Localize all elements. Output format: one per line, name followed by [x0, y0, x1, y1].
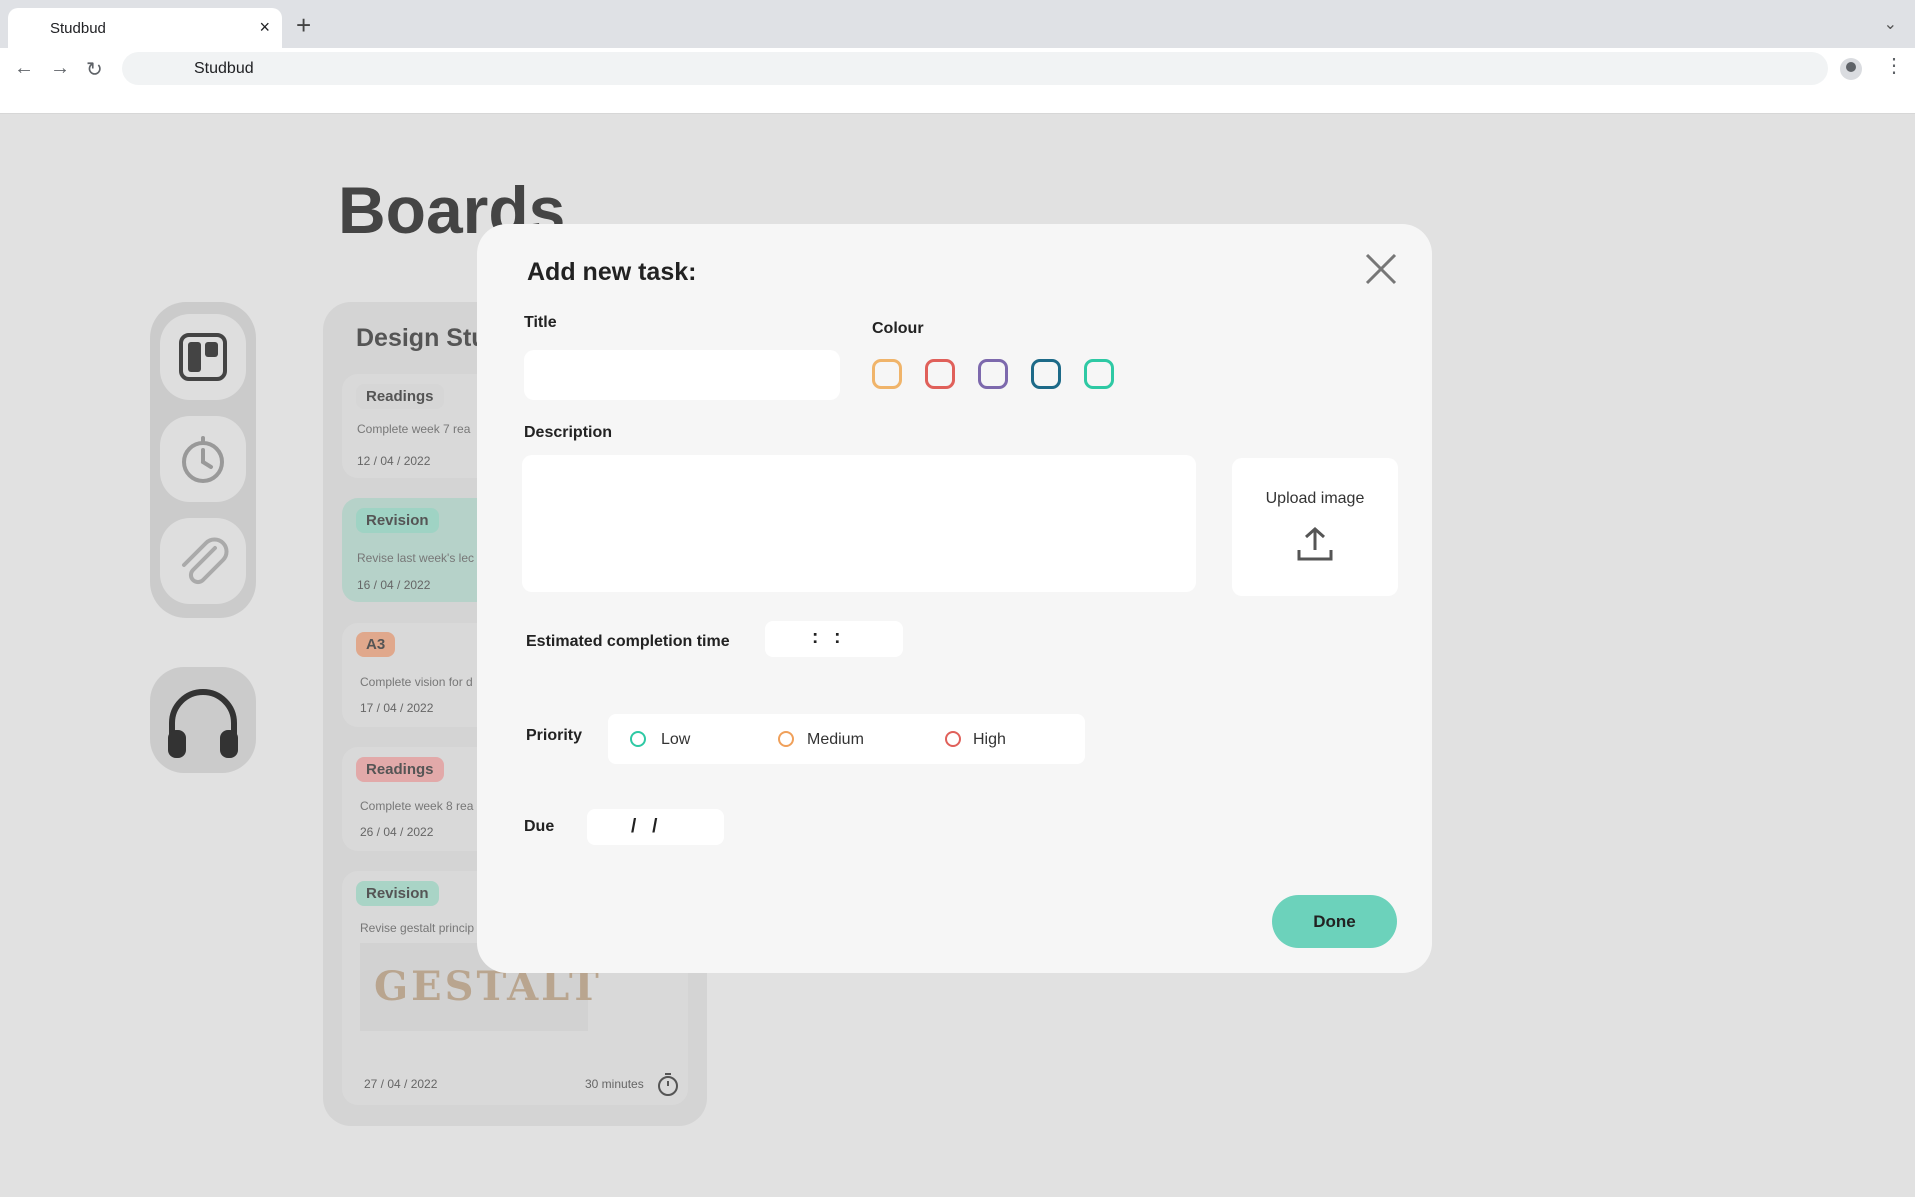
time-input[interactable]: : :: [765, 621, 903, 657]
colour-swatch-red[interactable]: [925, 359, 955, 389]
card-duration: 30 minutes: [585, 1077, 644, 1091]
headphones-icon: [168, 689, 238, 758]
paperclip-icon: [182, 537, 229, 585]
colour-swatch-orange[interactable]: [872, 359, 902, 389]
priority-group: Low Medium High: [608, 714, 1085, 764]
browser-menu-icon[interactable]: ⋮: [1884, 56, 1904, 76]
description-textarea[interactable]: [522, 455, 1196, 592]
upload-image-label: Upload image: [1265, 490, 1365, 507]
due-label: Due: [524, 818, 555, 835]
timer-nav-button[interactable]: [160, 416, 246, 502]
address-bar[interactable]: Studbud: [122, 52, 1828, 85]
colour-swatch-purple[interactable]: [978, 359, 1008, 389]
estimated-time-label: Estimated completion time: [526, 633, 730, 650]
card-tag: Revision: [356, 508, 439, 533]
close-icon[interactable]: [1362, 250, 1400, 288]
stopwatch-icon: [182, 436, 224, 483]
card-tag: Readings: [356, 384, 444, 409]
card-date: 26 / 04 / 2022: [360, 825, 434, 839]
colour-swatch-teal[interactable]: [1084, 359, 1114, 389]
priority-medium-radio[interactable]: [778, 731, 794, 747]
description-label: Description: [524, 424, 613, 441]
forward-icon[interactable]: →: [50, 57, 70, 80]
title-label: Title: [524, 314, 557, 331]
colour-swatch-navy[interactable]: [1031, 359, 1061, 389]
tab-strip: [0, 0, 1915, 48]
boards-nav-button[interactable]: [160, 314, 246, 400]
colour-label: Colour: [872, 320, 924, 337]
card-date: 12 / 04 / 2022: [357, 454, 431, 468]
card-date: 27 / 04 / 2022: [364, 1077, 438, 1091]
card-description: Revise last week's lec: [357, 551, 474, 565]
card-date: 17 / 04 / 2022: [360, 701, 434, 715]
back-icon[interactable]: ←: [14, 57, 34, 80]
music-button[interactable]: [150, 667, 256, 773]
priority-low-radio[interactable]: [630, 731, 646, 747]
title-input[interactable]: [524, 350, 840, 400]
stopwatch-icon: [658, 1073, 678, 1096]
priority-label: Priority: [526, 727, 583, 744]
new-tab-button[interactable]: +: [296, 12, 311, 38]
due-date-input[interactable]: / /: [587, 809, 724, 845]
resources-nav-button[interactable]: [160, 518, 246, 604]
card-tag: A3: [356, 632, 396, 657]
profile-icon[interactable]: [1840, 58, 1862, 80]
priority-high-radio[interactable]: [945, 731, 961, 747]
time-input-value: : :: [812, 627, 841, 648]
done-button[interactable]: Done: [1272, 895, 1397, 948]
card-tag: Readings: [356, 757, 444, 782]
priority-medium-label: Medium: [807, 731, 864, 748]
sidebar: [150, 302, 256, 618]
card-date: 16 / 04 / 2022: [357, 578, 431, 592]
priority-low-label: Low: [661, 731, 691, 748]
due-date-value: / /: [631, 816, 658, 837]
card-description: Complete week 7 rea: [357, 422, 471, 436]
reload-icon[interactable]: ↻: [86, 57, 103, 82]
browser-tab[interactable]: Studbud ×: [8, 8, 282, 48]
tab-search-icon[interactable]: ⌄: [1884, 14, 1897, 34]
address-text: Studbud: [194, 60, 254, 77]
tab-close-icon[interactable]: ×: [259, 17, 270, 38]
modal-title: Add new task:: [527, 258, 697, 286]
card-tag: Revision: [356, 881, 439, 906]
card-description: Complete vision for d: [360, 675, 473, 689]
upload-icon: [1297, 526, 1333, 561]
card-description: Complete week 8 rea: [360, 799, 474, 813]
board-column-title: Design Stu: [356, 324, 487, 352]
add-task-modal: [477, 224, 1432, 973]
priority-high-label: High: [973, 731, 1006, 748]
card-description: Revise gestalt princip: [360, 921, 475, 935]
tab-title: Studbud: [50, 20, 106, 37]
board-icon: [179, 333, 227, 381]
